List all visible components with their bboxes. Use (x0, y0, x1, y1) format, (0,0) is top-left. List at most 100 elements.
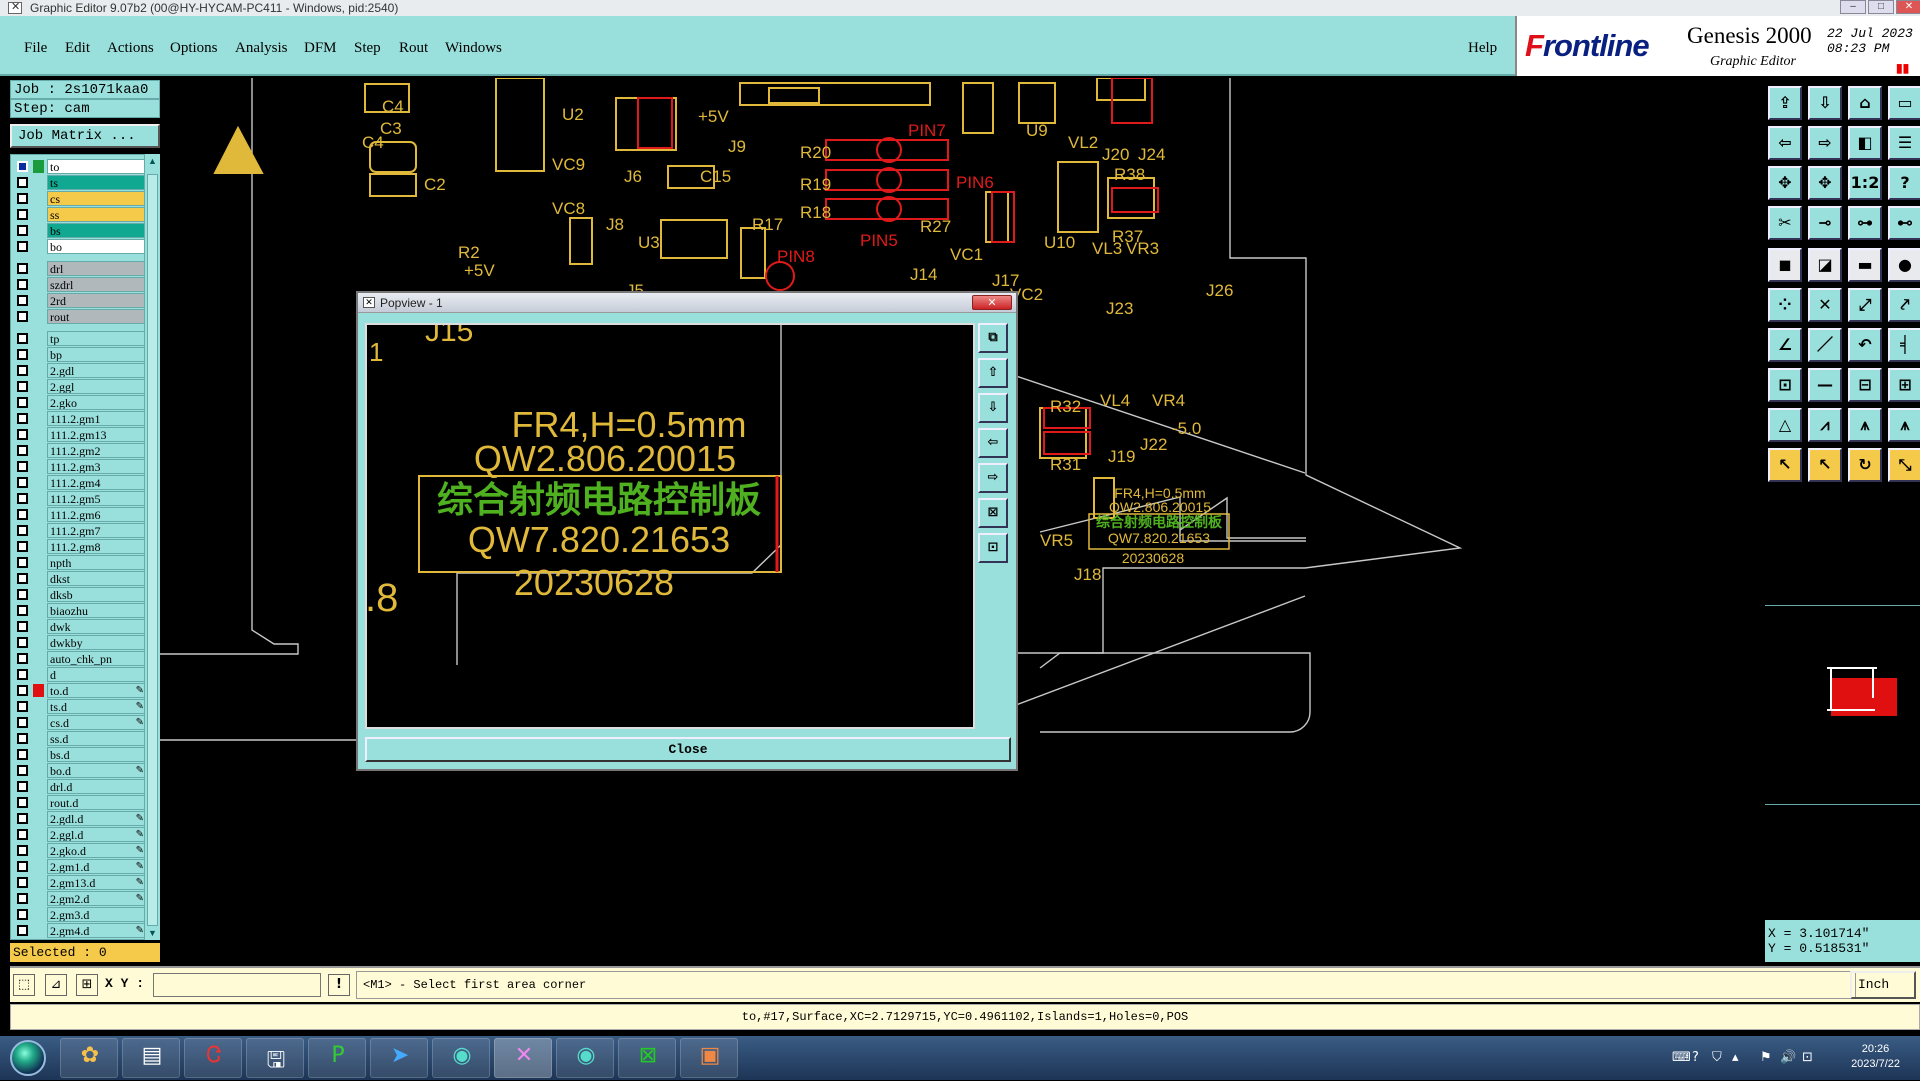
layer-name[interactable]: drl.d (47, 779, 147, 794)
layer-row[interactable]: 2.gm2.d ✎ (15, 891, 147, 906)
snap-a-tool-button[interactable]: ⊶ (1848, 206, 1882, 240)
layer-affected-marker[interactable] (33, 224, 44, 237)
snap-b-tool-button[interactable]: ⊷ (1888, 206, 1920, 240)
layer-affected-marker[interactable] (33, 428, 44, 441)
layer-checkbox[interactable] (17, 241, 28, 252)
layer-name[interactable]: ss (47, 207, 147, 222)
layer-affected-marker[interactable] (33, 844, 44, 857)
layer-affected-marker[interactable] (33, 364, 44, 377)
xy-input[interactable] (153, 973, 321, 997)
start-button[interactable] (4, 1038, 54, 1078)
layer-affected-marker[interactable] (33, 348, 44, 361)
layer-name[interactable]: cs.d ✎ (47, 715, 147, 730)
popview-zoom-in-button[interactable]: ⊠ (978, 498, 1008, 528)
cut-tool-button[interactable]: ✂ (1768, 206, 1802, 240)
taskbar-shell-app[interactable]: ✿ (60, 1038, 118, 1078)
layer-affected-marker[interactable] (33, 828, 44, 841)
layer-row[interactable]: 111.2.gm7 (15, 523, 147, 538)
layer-row[interactable]: 2.gdl.d ✎ (15, 811, 147, 826)
layer-row[interactable]: cs.d ✎ (15, 715, 147, 730)
layer-affected-marker[interactable] (33, 160, 44, 173)
layer-affected-marker[interactable] (33, 876, 44, 889)
align-tool-button[interactable]: ◧ (1848, 126, 1882, 160)
layer-checkbox[interactable] (17, 717, 28, 728)
layer-row[interactable]: 111.2.gm6 (15, 507, 147, 522)
layer-name[interactable]: dkst (47, 571, 147, 586)
layer-checkbox[interactable] (17, 893, 28, 904)
layer-name[interactable]: 111.2.gm2 (47, 443, 147, 458)
triangle-tool-button[interactable]: △ (1768, 408, 1802, 442)
layer-checkbox[interactable] (17, 263, 28, 274)
popview-close-icon[interactable]: ✕ (972, 295, 1012, 310)
taskbar-save-app[interactable]: 🖫 (246, 1038, 304, 1078)
taskbar-eye-app-2[interactable]: ◉ (556, 1038, 614, 1078)
layer-row[interactable]: cs (15, 191, 147, 206)
taskbar-excel[interactable]: ⊠ (618, 1038, 676, 1078)
layer-name[interactable]: 2.gdl.d ✎ (47, 811, 147, 826)
layer-name[interactable]: 111.2.gm5 (47, 491, 147, 506)
layer-row[interactable]: 111.2.gm3 (15, 459, 147, 474)
layer-affected-marker[interactable] (33, 572, 44, 585)
layer-affected-marker[interactable] (33, 684, 44, 697)
close-window-button[interactable]: ✕ (1896, 0, 1920, 14)
layer-affected-marker[interactable] (33, 764, 44, 777)
layer-checkbox[interactable] (17, 177, 28, 188)
layer-row[interactable]: 111.2.gm8 (15, 539, 147, 554)
layer-name[interactable]: 2.gm2.d ✎ (47, 891, 147, 906)
network-icon[interactable]: ⊡ (1802, 1050, 1813, 1065)
layer-checkbox[interactable] (17, 797, 28, 808)
layer-checkbox[interactable] (17, 925, 28, 936)
layer-row[interactable]: 2.ggl (15, 379, 147, 394)
layer-row[interactable]: biaozhu (15, 603, 147, 618)
layer-name[interactable]: biaozhu (47, 603, 147, 618)
layer-affected-marker[interactable] (33, 652, 44, 665)
angle-tool-button[interactable]: ∠ (1768, 328, 1802, 362)
layer-affected-marker[interactable] (33, 476, 44, 489)
scroll-thumb[interactable] (147, 174, 158, 926)
fit-tool-button[interactable]: ✥ (1768, 166, 1802, 200)
layer-checkbox[interactable] (17, 445, 28, 456)
layer-row[interactable]: bs (15, 223, 147, 238)
taskbar-red-app[interactable]: Ꮳ (184, 1038, 242, 1078)
layer-affected-marker[interactable] (33, 294, 44, 307)
layer-name[interactable]: 111.2.gm1 (47, 411, 147, 426)
layer-name[interactable]: ts (47, 175, 147, 190)
layer-checkbox[interactable] (17, 429, 28, 440)
measure-icon[interactable]: ⊿ (45, 974, 67, 996)
layer-checkbox[interactable] (17, 765, 28, 776)
grow-tool-button[interactable]: ⤤ (1888, 288, 1920, 322)
layer-checkbox[interactable] (17, 209, 28, 220)
layer-name[interactable]: 2.gko.d ✎ (47, 843, 147, 858)
layer-affected-marker[interactable] (33, 700, 44, 713)
taskbar-ppt[interactable]: ▣ (680, 1038, 738, 1078)
layer-checkbox[interactable] (17, 161, 28, 172)
select-area-icon[interactable]: ⬚ (13, 974, 35, 996)
layer-name[interactable]: dwkby (47, 635, 147, 650)
merge-tool-button[interactable]: ⊟ (1848, 368, 1882, 402)
layer-name[interactable]: auto_chk_pn (47, 651, 147, 666)
layer-affected-marker[interactable] (33, 412, 44, 425)
layer-row[interactable]: rout.d (15, 795, 147, 810)
right-tool-button[interactable]: ⇨ (1808, 126, 1842, 160)
layer-checkbox[interactable] (17, 557, 28, 568)
grid-icon[interactable]: ⊞ (76, 974, 98, 996)
frame-tool-button[interactable]: ▭ (1888, 86, 1920, 120)
scroll-down-icon[interactable]: ▼ (147, 928, 158, 938)
layer-affected-marker[interactable] (33, 460, 44, 473)
layer-name[interactable]: dksb (47, 587, 147, 602)
popview-pan-up-button[interactable]: ⇧ (978, 358, 1008, 388)
layer-row[interactable]: 2.gko (15, 395, 147, 410)
layer-row[interactable]: szdrl (15, 277, 147, 292)
layer-row[interactable]: ts.d ✎ (15, 699, 147, 714)
menu-options[interactable]: Options (170, 40, 218, 57)
menu-actions[interactable]: Actions (107, 40, 154, 57)
layer-checkbox[interactable] (17, 701, 28, 712)
layer-name[interactable]: drl (47, 261, 147, 276)
cross-tool-button[interactable]: ✕ (1808, 288, 1842, 322)
layer-affected-marker[interactable] (33, 732, 44, 745)
menu-file[interactable]: File (24, 40, 47, 57)
pause-icon[interactable]: ▮▮ (1896, 61, 1909, 75)
pointer-tool-button[interactable]: ↖ (1768, 448, 1802, 482)
layer-checkbox[interactable] (17, 749, 28, 760)
layer-row[interactable]: bo.d ✎ (15, 763, 147, 778)
